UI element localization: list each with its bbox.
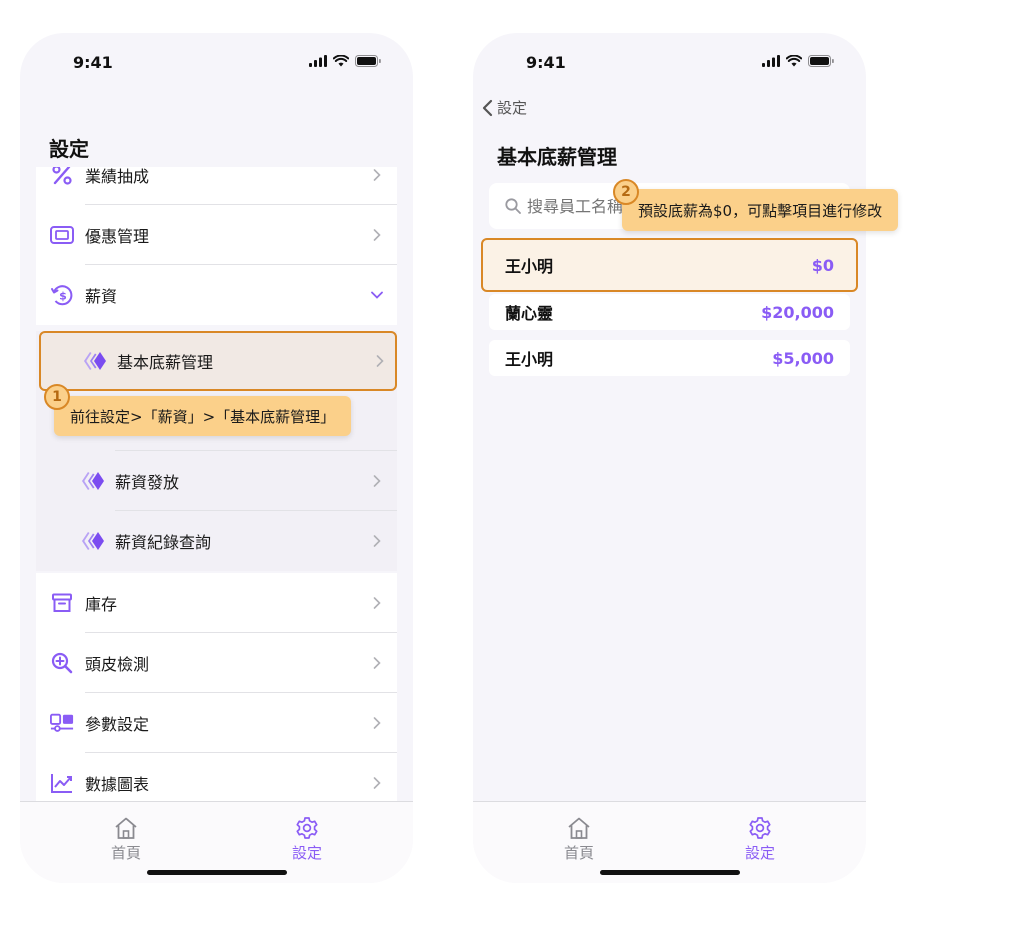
- salary-submenu: 基本底薪管理 薪資發放 薪資紀錄查詢: [36, 331, 397, 571]
- chevron-left-icon: [482, 99, 493, 116]
- phone-screen-base-salary: 9:41 設定 基本底薪管理 王小明 $0 蘭心靈 $20,000 王小明 $5…: [473, 33, 866, 883]
- home-indicator: [146, 870, 287, 875]
- menu-item-commission[interactable]: 業績抽成: [36, 167, 397, 205]
- sub-item-label: 薪資紀錄查詢: [115, 533, 212, 552]
- chevron-down-icon: [371, 289, 383, 301]
- tab-home[interactable]: 首頁: [549, 816, 609, 863]
- status-icons: [309, 55, 381, 67]
- callout-text: 預設底薪為$0，可點擊項目進行修改: [638, 201, 883, 220]
- tutorial-callout-2: 預設底薪為$0，可點擊項目進行修改: [622, 189, 899, 231]
- back-label: 設定: [497, 99, 528, 117]
- employee-salary: $5,000: [772, 348, 834, 368]
- menu-item-label: 業績抽成: [85, 167, 150, 186]
- wifi-icon: [333, 55, 349, 67]
- sub-item-base-salary[interactable]: 基本底薪管理: [39, 331, 397, 391]
- status-bar: 9:41: [20, 33, 413, 93]
- tab-bar: 首頁 設定: [20, 801, 413, 883]
- sub-item-payroll[interactable]: 薪資發放: [36, 451, 397, 511]
- chart-icon: [50, 771, 74, 795]
- archive-icon: [50, 591, 74, 615]
- status-time: 9:41: [526, 53, 566, 72]
- tab-label: 設定: [291, 844, 322, 862]
- menu-item-parameters[interactable]: 參數設定: [36, 693, 397, 753]
- settings-menu: 業績抽成 優惠管理 $ 薪資 基本底薪管理 薪資發放 薪資紀錄查詢 庫存 頭皮檢…: [36, 167, 397, 801]
- menu-item-label: 薪資: [85, 287, 118, 306]
- employee-name: 王小明: [505, 350, 554, 369]
- parameters-icon: [50, 711, 74, 735]
- tab-label: 首頁: [110, 844, 141, 862]
- tab-settings[interactable]: 設定: [730, 816, 790, 863]
- step-badge-2: 2: [613, 179, 639, 205]
- tutorial-callout-1: 前往設定>「薪資」>「基本底薪管理」: [54, 396, 352, 436]
- tab-bar: 首頁 設定: [473, 801, 866, 883]
- search-input[interactable]: [527, 196, 627, 216]
- sub-item-label: 基本底薪管理: [117, 353, 214, 372]
- ticket-icon: [50, 223, 74, 247]
- status-bar: 9:41: [473, 33, 866, 93]
- chevron-right-icon: [371, 657, 383, 669]
- chevron-right-icon: [371, 535, 383, 547]
- tab-label: 設定: [744, 844, 775, 862]
- menu-item-scalp-test[interactable]: 頭皮檢測: [36, 633, 397, 693]
- step-badge-1: 1: [44, 384, 70, 410]
- layers-icon: [80, 350, 106, 372]
- menu-item-label: 數據圖表: [85, 775, 150, 794]
- svg-text:$: $: [59, 290, 67, 303]
- home-indicator: [599, 870, 740, 875]
- signal-icon: [762, 55, 780, 67]
- employee-name: 王小明: [505, 257, 554, 276]
- chevron-right-icon: [371, 229, 383, 241]
- wifi-icon: [786, 55, 802, 67]
- menu-item-label: 頭皮檢測: [85, 655, 150, 674]
- menu-item-label: 參數設定: [85, 715, 150, 734]
- employee-row[interactable]: 王小明 $0: [481, 238, 858, 292]
- tab-home[interactable]: 首頁: [96, 816, 156, 863]
- battery-icon: [355, 55, 381, 67]
- callout-text: 前往設定>「薪資」>「基本底薪管理」: [70, 407, 336, 426]
- employee-row[interactable]: 王小明 $5,000: [489, 340, 850, 376]
- employee-salary: $20,000: [761, 302, 834, 322]
- chevron-right-icon: [371, 717, 383, 729]
- page-title: 設定: [49, 137, 89, 161]
- chevron-right-icon: [371, 777, 383, 789]
- menu-item-discount[interactable]: 優惠管理: [36, 205, 397, 265]
- menu-item-label: 優惠管理: [85, 227, 150, 246]
- employee-salary: $0: [811, 255, 834, 275]
- phone-screen-settings: 9:41 設定 業績抽成 優惠管理 $ 薪資 基本底薪管理 薪資發放 薪資紀錄查…: [20, 33, 413, 883]
- gear-icon: [749, 817, 771, 839]
- menu-item-salary[interactable]: $ 薪資: [36, 265, 397, 325]
- salary-icon: $: [50, 283, 74, 307]
- home-icon: [568, 817, 590, 839]
- signal-icon: [309, 55, 327, 67]
- zoom-in-icon: [50, 651, 74, 675]
- status-time: 9:41: [73, 53, 113, 72]
- status-icons: [762, 55, 834, 67]
- back-button[interactable]: 設定: [481, 97, 527, 118]
- layers-icon: [78, 530, 104, 552]
- home-icon: [115, 817, 137, 839]
- sub-item-label: 薪資發放: [115, 473, 180, 492]
- menu-item-label: 庫存: [85, 595, 118, 614]
- chevron-right-icon: [371, 169, 383, 181]
- sub-item-salary-records[interactable]: 薪資紀錄查詢: [36, 511, 397, 571]
- tab-settings[interactable]: 設定: [277, 816, 337, 863]
- chevron-right-icon: [371, 597, 383, 609]
- page-title: 基本底薪管理: [497, 145, 617, 169]
- search-icon: [505, 198, 521, 214]
- menu-item-charts[interactable]: 數據圖表: [36, 753, 397, 801]
- layers-icon: [78, 470, 104, 492]
- menu-item-inventory[interactable]: 庫存: [36, 573, 397, 633]
- employee-name: 蘭心靈: [505, 304, 554, 323]
- chevron-right-icon: [371, 475, 383, 487]
- percent-icon: [50, 167, 74, 187]
- employee-row[interactable]: 蘭心靈 $20,000: [489, 294, 850, 330]
- gear-icon: [296, 817, 318, 839]
- tab-label: 首頁: [563, 844, 594, 862]
- battery-icon: [808, 55, 834, 67]
- chevron-right-icon: [374, 355, 386, 367]
